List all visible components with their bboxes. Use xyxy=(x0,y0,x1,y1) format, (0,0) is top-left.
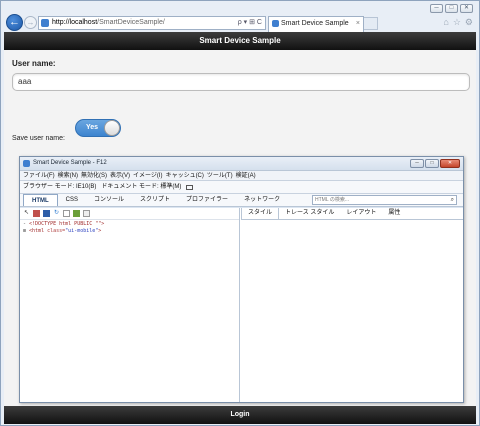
tab-title: Smart Device Sample xyxy=(281,20,349,27)
select-element-icon[interactable]: ↖ xyxy=(23,210,30,217)
dom-tree: - <!DOCTYPE html PUBLIC ""> ⊞ <html clas… xyxy=(20,220,239,236)
html-attr-value: "ui-mobile" xyxy=(65,228,99,234)
devtools-maximize-button[interactable]: □ xyxy=(425,159,439,168)
menu-cache[interactable]: キャッシュ(C) xyxy=(166,171,204,180)
browser-icons: ⌂ ☆ ⚙ xyxy=(443,17,473,27)
browser-mode-selector[interactable]: ブラウザー モード: IE10(B) xyxy=(23,181,96,193)
save-icon[interactable] xyxy=(43,210,50,217)
close-window-button[interactable]: ✕ xyxy=(460,4,473,13)
toggle-knob[interactable] xyxy=(104,120,120,136)
document-mode-selector[interactable]: ドキュメント モード: 標準(M) xyxy=(101,181,181,193)
menu-file[interactable]: ファイル(F) xyxy=(23,171,55,180)
page-icon xyxy=(41,19,49,27)
doctype-node[interactable]: - <!DOCTYPE html PUBLIC ""> xyxy=(23,221,236,228)
dom-toolbar: ↖ ↻ xyxy=(20,208,239,220)
menu-images[interactable]: イメージ(I) xyxy=(133,171,163,180)
tab-favicon-icon xyxy=(272,20,279,27)
address-tools-icon[interactable]: ρ ▾ ⊞ C xyxy=(238,17,262,29)
window-controls: ─ □ ✕ xyxy=(430,4,473,13)
dom-view-icon[interactable] xyxy=(83,210,90,217)
devtools-modebar: ブラウザー モード: IE10(B) ドキュメント モード: 標準(M) xyxy=(20,181,463,194)
back-button[interactable]: ← xyxy=(6,14,23,31)
tab-profiler[interactable]: プロファイラー xyxy=(178,194,236,206)
save-user-toggle[interactable]: Yes xyxy=(75,119,121,137)
address-bar[interactable]: http://localhost/SmartDeviceSample/ ρ ▾ … xyxy=(38,16,266,30)
menu-tools[interactable]: ツール(T) xyxy=(207,171,233,180)
browser-window: ─ □ ✕ ← → http://localhost/SmartDeviceSa… xyxy=(0,0,480,426)
menu-view[interactable]: 表示(V) xyxy=(110,171,130,180)
html-node[interactable]: ⊞ <html class="ui-mobile"> xyxy=(23,228,236,235)
devtools-tabs: HTML CSS コンソール スクリプト プロファイラー ネットワーク HTML… xyxy=(20,194,463,207)
devtools-panes: ↖ ↻ - <!DOCTYPE html PUBLIC ""> ⊞ <html … xyxy=(20,208,463,402)
devtools-menubar: ファイル(F) 検索(N) 無効化(S) 表示(V) イメージ(I) キャッシュ… xyxy=(20,170,463,181)
browser-toolbar: ← → http://localhost/SmartDeviceSample/ … xyxy=(1,14,479,32)
tab-layout[interactable]: レイアウト xyxy=(340,208,382,219)
search-icon[interactable]: ⌕ xyxy=(451,196,454,204)
html-tag-close: > xyxy=(98,228,102,234)
html-tag: <html xyxy=(29,228,48,234)
toggle-label: Yes xyxy=(86,124,99,131)
devtools-title: Smart Device Sample - F12 xyxy=(33,160,107,166)
tab-close-icon[interactable]: × xyxy=(356,17,360,31)
edit-icon[interactable] xyxy=(73,210,80,217)
dock-icon[interactable] xyxy=(186,184,194,190)
user-name-input[interactable]: aaa xyxy=(12,73,470,91)
user-name-label: User name: xyxy=(12,59,56,68)
html-attr: class= xyxy=(47,228,66,234)
styles-tabs: スタイル トレース スタイル レイアウト 属性 xyxy=(241,208,463,220)
tab-trace-style[interactable]: トレース スタイル xyxy=(279,208,340,219)
browser-tab[interactable]: Smart Device Sample × xyxy=(268,16,364,32)
word-wrap-icon[interactable] xyxy=(63,210,70,217)
forward-button[interactable]: → xyxy=(24,16,37,29)
clear-outline-icon[interactable] xyxy=(33,210,40,217)
tab-network[interactable]: ネットワーク xyxy=(236,194,288,206)
tree-dash-icon: - xyxy=(23,221,27,227)
dom-tree-pane: ↖ ↻ - <!DOCTYPE html PUBLIC ""> ⊞ <html … xyxy=(20,208,240,402)
tab-script[interactable]: スクリプト xyxy=(132,194,178,206)
menu-find[interactable]: 検索(N) xyxy=(58,171,78,180)
home-icon[interactable]: ⌂ xyxy=(443,17,448,27)
menu-disable[interactable]: 無効化(S) xyxy=(81,171,107,180)
page-title: Smart Device Sample xyxy=(4,32,476,50)
devtools-close-button[interactable]: ✕ xyxy=(440,159,460,168)
tab-console[interactable]: コンソール xyxy=(86,194,132,206)
html-search-input[interactable]: HTML の検索... ⌕ xyxy=(312,195,457,205)
menu-validate[interactable]: 検証(A) xyxy=(236,171,256,180)
devtools-window: Smart Device Sample - F12 ─ □ ✕ ファイル(F) … xyxy=(19,156,464,403)
tab-css[interactable]: CSS xyxy=(58,194,86,206)
minimize-button[interactable]: ─ xyxy=(430,4,443,13)
save-user-label: Save user name: xyxy=(12,135,65,142)
expand-icon[interactable]: ⊞ xyxy=(23,228,26,234)
refresh-icon[interactable]: ↻ xyxy=(53,210,60,217)
devtools-titlebar: Smart Device Sample - F12 ─ □ ✕ xyxy=(20,157,463,170)
devtools-minimize-button[interactable]: ─ xyxy=(410,159,424,168)
tab-html[interactable]: HTML xyxy=(23,194,58,206)
gear-icon[interactable]: ⚙ xyxy=(465,17,473,27)
search-placeholder: HTML の検索... xyxy=(315,197,349,203)
doctype-text: <!DOCTYPE html PUBLIC ""> xyxy=(29,221,105,227)
tab-style[interactable]: スタイル xyxy=(241,208,280,219)
new-tab-button[interactable] xyxy=(364,17,378,30)
devtools-icon xyxy=(23,160,30,167)
login-button[interactable]: Login xyxy=(4,406,476,424)
address-host: http://localhost xyxy=(52,19,98,26)
maximize-button[interactable]: □ xyxy=(445,4,458,13)
favorites-icon[interactable]: ☆ xyxy=(453,17,461,27)
devtools-window-controls: ─ □ ✕ xyxy=(410,159,460,168)
address-path: /SmartDeviceSample/ xyxy=(97,19,165,26)
tab-attributes[interactable]: 属性 xyxy=(382,208,406,219)
styles-pane: スタイル トレース スタイル レイアウト 属性 xyxy=(241,208,463,402)
